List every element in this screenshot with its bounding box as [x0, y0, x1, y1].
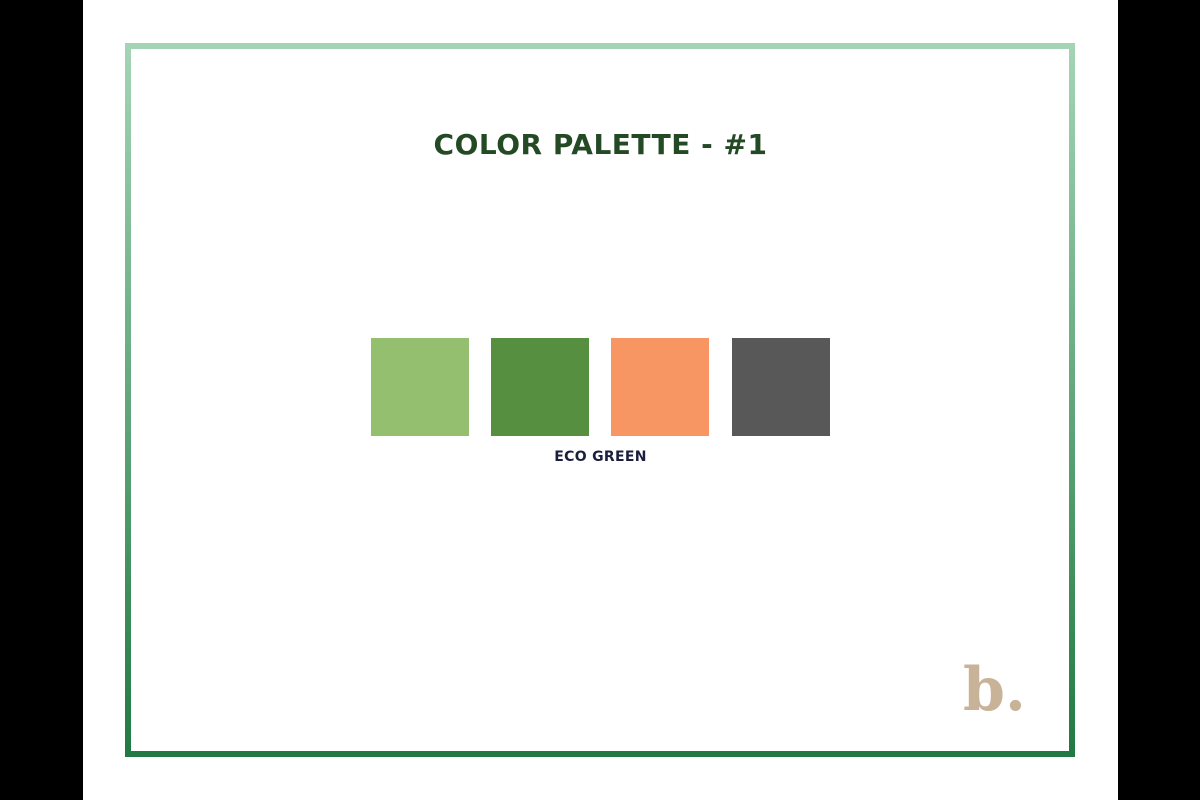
swatch-charcoal — [732, 338, 830, 436]
swatch-dark-green — [491, 338, 589, 436]
page: COLOR PALETTE - #1 ECO GREEN b. — [0, 0, 1200, 800]
brand-logo: b. — [963, 655, 1026, 725]
slide: COLOR PALETTE - #1 ECO GREEN b. — [83, 0, 1118, 800]
swatch-orange — [611, 338, 709, 436]
palette-title: COLOR PALETTE - #1 — [433, 128, 768, 161]
swatch-light-green — [371, 338, 469, 436]
palette-name: ECO GREEN — [554, 449, 647, 465]
swatch-row — [371, 338, 831, 436]
